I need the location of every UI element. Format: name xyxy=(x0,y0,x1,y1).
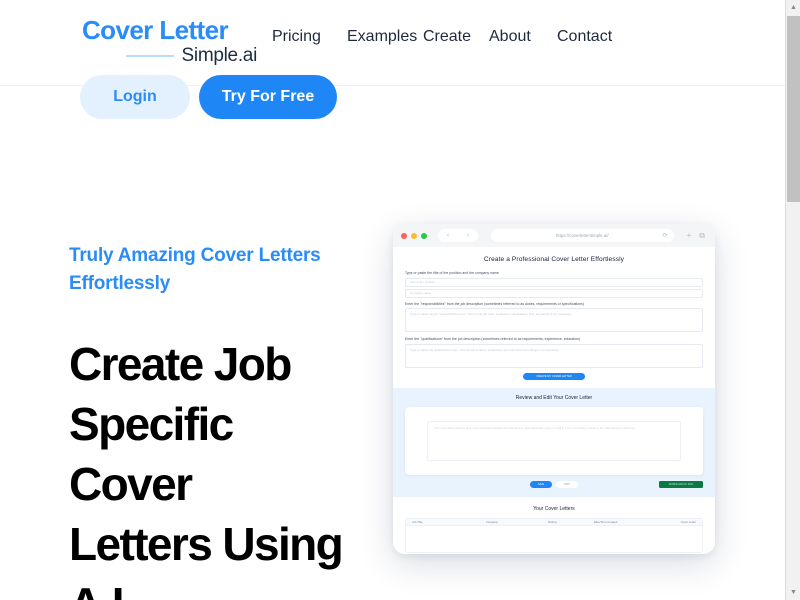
logo-primary-text: Cover Letter xyxy=(82,15,229,45)
mockup-heading: Create a Professional Cover Letter Effor… xyxy=(483,256,625,263)
mockup-column-cover-letter: Cover Letter xyxy=(680,519,696,524)
mockup-table-body xyxy=(406,526,702,552)
mockup-column-job-title: Job Title xyxy=(412,519,423,524)
mockup-page-body: Create a Professional Cover Letter Effor… xyxy=(393,247,715,554)
product-screenshot-mockup: ‹ › https://coverlettersimple.ai/ ⟳ + ⧉ … xyxy=(393,224,715,554)
nav-item-contact[interactable]: Contact xyxy=(557,28,627,46)
reload-icon: ⟳ xyxy=(662,233,668,239)
hero-eyebrow: Truly Amazing Cover Letters Effortlessly xyxy=(69,245,321,294)
mockup-url-text: https://coverlettersimple.ai/ xyxy=(555,233,609,238)
mockup-table-header-row: Job Title Company Rating Date/Time Creat… xyxy=(406,518,702,526)
scroll-up-arrow-icon[interactable]: ▲ xyxy=(786,0,800,15)
browser-nav-buttons: ‹ › xyxy=(438,229,478,242)
page-viewport: Cover Letter Simple.ai Pricing Examples … xyxy=(0,0,785,600)
mockup-letters-heading: Your Cover Letters xyxy=(533,505,575,512)
mockup-review-heading: Review and Edit Your Cover Letter xyxy=(515,394,593,401)
mockup-textarea-responsibilities: Type or paste the job responsibilities h… xyxy=(405,308,703,332)
mockup-form-section: Type or paste the title of the position … xyxy=(393,271,715,380)
nav-item-examples[interactable]: Examples xyxy=(347,28,423,46)
logo-secondary-text: Simple.ai xyxy=(181,45,258,66)
mockup-copy-button: COPY xyxy=(556,481,578,488)
close-window-icon xyxy=(401,232,407,239)
mockup-review-card: Your cover letter appears here once gene… xyxy=(405,406,703,475)
mockup-input-company: Company name xyxy=(405,288,703,298)
logo-sub-row: Simple.ai xyxy=(82,45,257,66)
site-header: Cover Letter Simple.ai Pricing Examples … xyxy=(0,0,785,119)
scroll-down-arrow-icon[interactable]: ▼ xyxy=(786,585,800,600)
main-navigation: Pricing Examples Create About Contact xyxy=(272,28,627,46)
mockup-review-actions: SAVE COPY DOWNLOAD AS .DOC xyxy=(405,480,703,489)
mockup-download-button: DOWNLOAD AS .DOC xyxy=(659,480,703,488)
nav-item-pricing[interactable]: Pricing xyxy=(272,28,347,46)
tabs-icon: ⧉ xyxy=(699,230,705,240)
mockup-browser-chrome: ‹ › https://coverlettersimple.ai/ ⟳ + ⧉ xyxy=(393,224,715,247)
mockup-label-qualifications: Enter the "qualifications" from the job … xyxy=(405,337,581,341)
mockup-textarea-qualifications: Type or paste the qualifications here. L… xyxy=(405,343,703,368)
mockup-save-button: SAVE xyxy=(530,481,552,488)
mockup-review-panel: Review and Edit Your Cover Letter Your c… xyxy=(393,387,715,497)
page-title: Create Job Specific Cover Letters Using … xyxy=(69,338,344,600)
forward-arrow-icon: › xyxy=(466,232,470,239)
nav-item-about[interactable]: About xyxy=(489,28,557,46)
maximize-window-icon xyxy=(421,232,427,239)
page-scrollbar[interactable]: ▲ ▼ xyxy=(785,0,800,600)
hero-section: Truly Amazing Cover Letters Effortlessly… xyxy=(0,86,785,600)
mockup-input-job-title: Title of the position xyxy=(405,277,703,287)
mockup-url-bar: https://coverlettersimple.ai/ ⟳ xyxy=(491,229,674,242)
window-traffic-lights xyxy=(401,232,427,239)
mockup-generate-button: CREATE MY COVER LETTER xyxy=(523,372,585,380)
mockup-label-responsibilities: Enter the "responsibilities" from the jo… xyxy=(405,301,585,306)
mockup-column-created: Date/Time Created xyxy=(593,519,618,524)
mockup-label-position: Type or paste the title of the position … xyxy=(405,271,499,275)
mockup-review-primary-actions: SAVE COPY xyxy=(530,481,578,488)
logo-dash-icon xyxy=(125,54,174,57)
scrollbar-thumb[interactable] xyxy=(787,16,800,202)
nav-item-create[interactable]: Create xyxy=(423,28,489,46)
mockup-column-company: Company xyxy=(485,519,498,524)
back-arrow-icon: ‹ xyxy=(446,232,450,239)
logo[interactable]: Cover Letter Simple.ai xyxy=(82,16,257,68)
minimize-window-icon xyxy=(411,232,417,239)
mockup-review-text: Your cover letter appears here once gene… xyxy=(427,420,681,461)
mockup-column-rating: Rating xyxy=(548,519,557,524)
mockup-letters-table: Job Title Company Rating Date/Time Creat… xyxy=(405,517,703,553)
plus-icon: + xyxy=(686,230,692,240)
browser-chrome-icons: + ⧉ xyxy=(687,231,707,241)
